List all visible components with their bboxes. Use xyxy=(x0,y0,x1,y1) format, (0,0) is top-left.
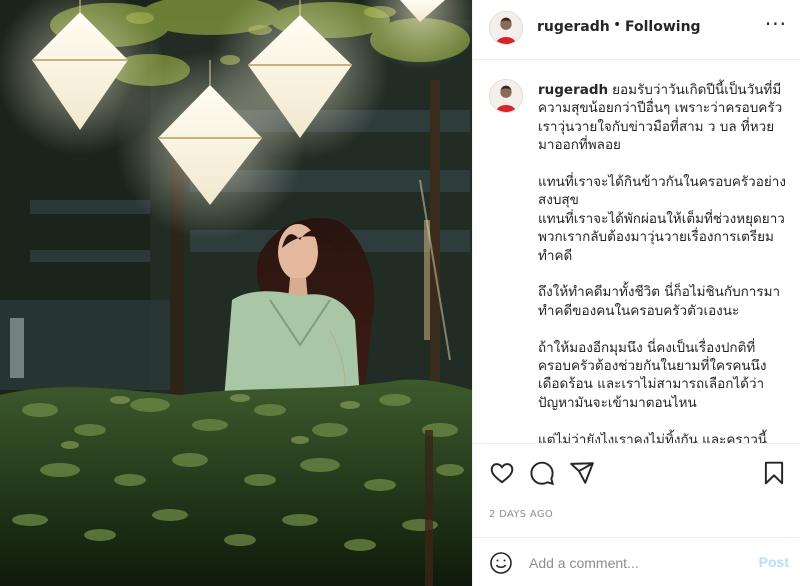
paper-plane-icon[interactable] xyxy=(569,460,595,486)
caption-text: rugeradh ยอมรับว่าวันเกิดปีนี้เป็นวันที่ม… xyxy=(538,81,790,443)
avatar-image xyxy=(490,80,522,112)
avatar[interactable] xyxy=(489,11,523,45)
caption-area: rugeradh ยอมรับว่าวันเกิดปีนี้เป็นวันที่ม… xyxy=(473,61,800,443)
photo-illustration xyxy=(0,0,472,586)
action-bar xyxy=(473,443,800,501)
caption-paragraph: ถึงให้ทำคดีมาทั้งชีวิต นี่ก็อไม่ชินกับกา… xyxy=(538,284,781,319)
post-header: rugeradh • Following ··· xyxy=(473,0,800,60)
more-options-icon[interactable]: ··· xyxy=(765,14,787,34)
post-photo[interactable] xyxy=(0,0,472,586)
comment-bar: Post xyxy=(473,537,800,586)
caption-paragraph: แต่ไม่ว่ายังไงเราคงไม่ทิ้งกัน และคราวนี้… xyxy=(538,431,768,443)
caption-paragraph: ถ้าให้มองอีกมุมนึง นี่คงเป็นเรื่องปกติที… xyxy=(538,339,767,411)
comment-icon[interactable] xyxy=(529,460,555,486)
header-username[interactable]: rugeradh xyxy=(537,19,610,35)
following-button[interactable]: Following xyxy=(625,19,701,35)
caption-paragraph: แทนที่เราจะได้กินข้าวกันในครอบครัวอย่างส… xyxy=(538,174,786,264)
caption-avatar[interactable] xyxy=(489,79,523,113)
comment-input[interactable] xyxy=(529,551,737,575)
bookmark-icon[interactable] xyxy=(761,460,787,486)
avatar-image xyxy=(490,12,522,44)
caption-paragraph: rugeradh ยอมรับว่าวันเกิดปีนี้เป็นวันที่ม… xyxy=(538,81,790,155)
post-timestamp[interactable]: 2 DAYS AGO xyxy=(489,509,553,520)
caption-username[interactable]: rugeradh xyxy=(538,82,608,98)
post-button[interactable]: Post xyxy=(759,554,789,570)
header-separator: • xyxy=(613,17,622,33)
emoji-icon[interactable] xyxy=(489,551,513,575)
heart-icon[interactable] xyxy=(489,460,515,486)
post-side-panel: rugeradh • Following ··· rugeradh ยอมรับว… xyxy=(472,0,800,586)
